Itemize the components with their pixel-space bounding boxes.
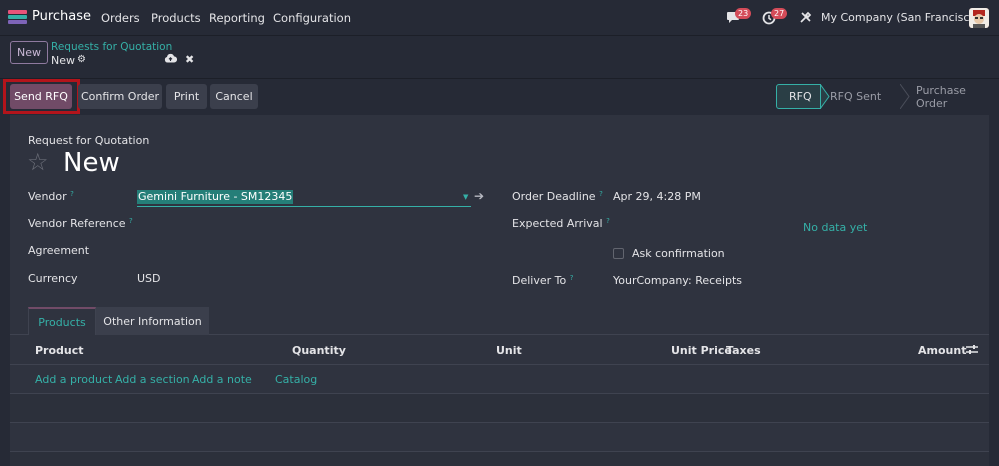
save-cloud-icon[interactable]	[164, 53, 178, 66]
status-pipeline: RFQ RFQ Sent Purchase Order	[776, 84, 996, 110]
add-section-link[interactable]: Add a section	[115, 373, 190, 386]
menu-reporting[interactable]: Reporting	[209, 11, 265, 25]
app-name[interactable]: Purchase	[32, 9, 91, 24]
agreement-label: Agreement	[28, 244, 90, 257]
print-button[interactable]: Print	[166, 84, 207, 109]
column-header-unit-price[interactable]: Unit Price	[671, 344, 732, 357]
tools-icon[interactable]	[799, 11, 812, 28]
star-icon[interactable]: ☆	[27, 148, 49, 176]
internal-link-arrow-icon[interactable]: ➔	[474, 189, 484, 203]
document-type-label: Request for Quotation	[28, 134, 150, 147]
table-row	[10, 394, 989, 422]
menu-products[interactable]: Products	[151, 11, 201, 25]
activities-badge: 27	[771, 8, 788, 19]
menu-orders[interactable]: Orders	[101, 11, 140, 25]
catalog-link[interactable]: Catalog	[275, 373, 317, 386]
divider	[0, 78, 999, 79]
company-switcher[interactable]: My Company (San Francisco)	[821, 11, 980, 24]
order-deadline-label: Order Deadline ?	[512, 190, 603, 203]
messages-badge: 23	[735, 8, 752, 19]
gear-icon[interactable]: ⚙	[77, 54, 86, 65]
vendor-value[interactable]: Gemini Furniture - SM12345	[137, 190, 294, 204]
page-title: New	[63, 148, 120, 178]
column-header-product[interactable]: Product	[35, 344, 84, 357]
column-header-taxes[interactable]: Taxes	[726, 344, 761, 357]
currency-label: Currency	[28, 272, 78, 285]
ask-confirmation-label[interactable]: Ask confirmation	[632, 247, 725, 260]
column-header-amount[interactable]: Amount	[918, 344, 966, 357]
deliver-to-label: Deliver To ?	[512, 274, 574, 287]
add-note-link[interactable]: Add a note	[192, 373, 252, 386]
breadcrumb-parent-link[interactable]: Requests for Quotation	[51, 41, 172, 53]
vendor-reference-label: Vendor Reference ?	[28, 217, 133, 230]
send-rfq-highlight	[3, 79, 80, 114]
chevron-down-icon[interactable]: ▼	[463, 193, 468, 201]
optional-columns-icon[interactable]	[966, 344, 978, 359]
table-row	[10, 423, 989, 451]
vendor-label: Vendor ?	[28, 190, 74, 203]
ask-confirmation-checkbox[interactable]	[613, 248, 624, 259]
stage-rfq-sent[interactable]: RFQ Sent	[830, 84, 900, 109]
new-record-button[interactable]: New	[10, 41, 48, 64]
order-deadline-field[interactable]: Apr 29, 4:28 PM	[613, 190, 701, 203]
confirm-order-button[interactable]: Confirm Order	[78, 84, 162, 109]
table-header-divider	[10, 364, 989, 365]
breadcrumb-current: New	[51, 54, 75, 67]
tab-other-information[interactable]: Other Information	[96, 307, 209, 335]
stage-chevron-icon	[820, 84, 830, 109]
menu-configuration[interactable]: Configuration	[273, 11, 351, 25]
cancel-button[interactable]: Cancel	[210, 84, 258, 109]
currency-field[interactable]: USD	[137, 272, 161, 285]
deliver-to-field[interactable]: YourCompany: Receipts	[613, 274, 742, 287]
stage-rfq[interactable]: RFQ	[776, 84, 821, 109]
tab-products[interactable]: Products	[28, 307, 96, 335]
user-avatar[interactable]	[969, 8, 989, 28]
purchase-app-icon[interactable]	[8, 10, 27, 25]
stage-chevron-icon	[900, 84, 910, 109]
expected-arrival-label: Expected Arrival ?	[512, 217, 610, 230]
no-data-placeholder: No data yet	[803, 221, 868, 234]
add-product-link[interactable]: Add a product	[35, 373, 112, 386]
stage-purchase-order[interactable]: Purchase Order	[910, 84, 996, 110]
column-header-quantity[interactable]: Quantity	[292, 344, 346, 357]
column-header-unit[interactable]: Unit	[496, 344, 522, 357]
top-navbar: Purchase Orders Products Reporting Confi…	[0, 0, 999, 36]
table-row	[10, 452, 989, 466]
discard-icon[interactable]: ✖	[185, 53, 194, 66]
